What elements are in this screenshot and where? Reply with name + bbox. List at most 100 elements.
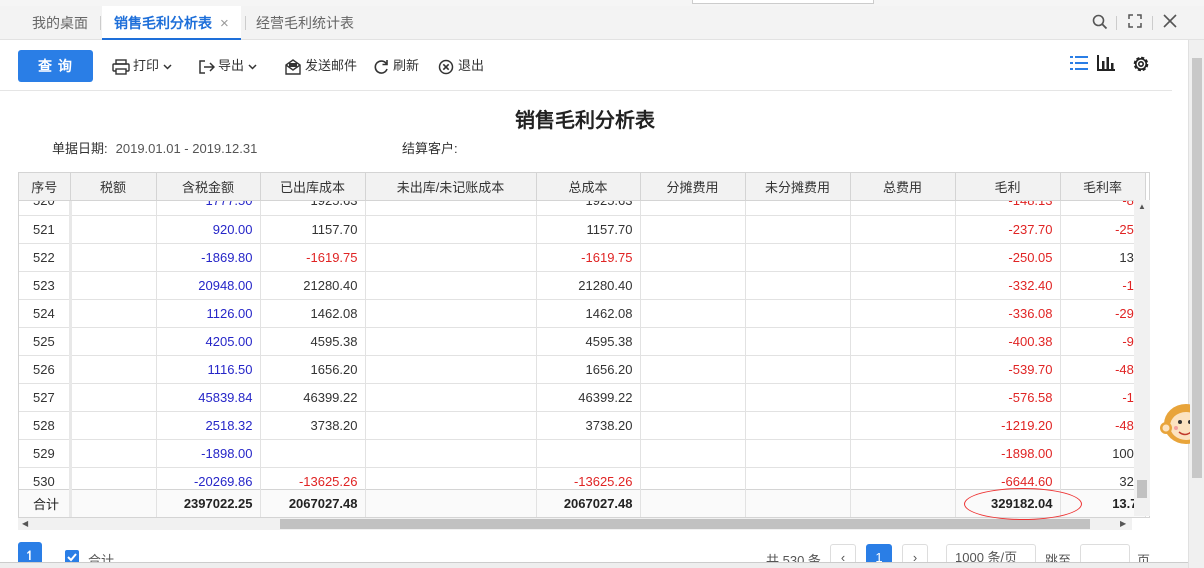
report-title: 销售毛利分析表: [515, 110, 655, 132]
search-icon[interactable]: [1090, 14, 1110, 34]
row-out-cost: 3738.20: [260, 411, 366, 440]
row-out-cost: [260, 439, 366, 468]
send-email-button[interactable]: 发送邮件: [284, 56, 357, 76]
row-total-fee: [850, 467, 956, 489]
row-seq: 520: [19, 201, 72, 216]
table-row[interactable]: 523 20948.00 21280.40 21280.40 -332.40 -1.: [19, 271, 1146, 300]
row-tax: [70, 299, 157, 328]
row-seq: 528: [19, 411, 72, 440]
grid-body[interactable]: 5201777.501925.631925.63-148.13-8.521920…: [19, 201, 1149, 489]
export-button[interactable]: 导出: [198, 56, 260, 76]
row-total-fee: [850, 271, 956, 300]
table-row[interactable]: 524 1126.00 1462.08 1462.08 -336.08 -29.: [19, 299, 1146, 328]
row-rate: 13.: [1060, 243, 1146, 272]
table-row[interactable]: 527 45839.84 46399.22 46399.22 -576.58 -1.: [19, 383, 1146, 412]
page-scrollbar[interactable]: [1188, 40, 1204, 568]
row-total-fee: [850, 215, 956, 244]
row-total-cost: 4595.38: [536, 327, 641, 356]
exit-button[interactable]: 退出: [438, 56, 484, 76]
row-total-cost: 1462.08: [536, 299, 641, 328]
column-header[interactable]: 总费用: [850, 173, 956, 201]
row-total-cost: [536, 439, 641, 468]
row-out-cost: -13625.26: [260, 467, 366, 489]
close-window-icon[interactable]: [1160, 14, 1180, 34]
column-header[interactable]: 税额: [70, 173, 157, 201]
scroll-thumb[interactable]: [1137, 480, 1147, 498]
scroll-right-icon[interactable]: ▶: [1120, 519, 1126, 528]
column-header[interactable]: 分摊费用: [640, 173, 746, 201]
row-allocated-fee: [640, 201, 746, 216]
row-seq: 522: [19, 243, 72, 272]
scroll-left-icon[interactable]: ◀: [22, 519, 28, 528]
row-rate: 32.: [1060, 467, 1146, 489]
row-tax: [70, 327, 157, 356]
row-tax: [70, 467, 157, 489]
column-header[interactable]: 含税金额: [156, 173, 261, 201]
row-total-cost: 1157.70: [536, 215, 641, 244]
row-total-cost: 1656.20: [536, 355, 641, 384]
row-allocated-fee: [640, 327, 746, 356]
column-header[interactable]: 序号: [19, 173, 71, 201]
scroll-up-icon[interactable]: ▲: [1138, 202, 1146, 211]
table-row[interactable]: 525 4205.00 4595.38 4595.38 -400.38 -9.: [19, 327, 1146, 356]
tab-sales-profit[interactable]: 销售毛利分析表 ×: [102, 6, 241, 40]
row-allocated-fee: [640, 243, 746, 272]
row-total-cost: 46399.22: [536, 383, 641, 412]
close-icon[interactable]: ×: [220, 15, 229, 32]
table-row[interactable]: 5201777.501925.631925.63-148.13-8.: [19, 201, 1146, 216]
column-header[interactable]: 总成本: [536, 173, 641, 201]
row-out-cost: 4595.38: [260, 327, 366, 356]
assistant-mascot-icon[interactable]: [1160, 392, 1204, 454]
win-divider: [1152, 16, 1153, 30]
row-rate: 100.: [1060, 439, 1146, 468]
row-rate: -29.: [1060, 299, 1146, 328]
print-button[interactable]: 打印: [112, 56, 175, 76]
grid-horizontal-scrollbar[interactable]: ◀ ▶: [18, 518, 1132, 530]
table-row[interactable]: 521 920.00 1157.70 1157.70 -237.70 -25.: [19, 215, 1146, 244]
row-unallocated-fee: [745, 439, 851, 468]
export-icon: [199, 59, 216, 74]
address-box: [692, 0, 874, 4]
table-row[interactable]: 530 -20269.86 -13625.26 -13625.26 -6644.60 32…: [19, 467, 1146, 489]
refresh-label: 刷新: [393, 58, 420, 73]
row-tax-amount: 4205.00: [156, 327, 261, 356]
table-row[interactable]: 522 -1869.80 -1619.75 -1619.75 -250.05 13.: [19, 243, 1146, 272]
column-header[interactable]: 未分摊费用: [745, 173, 851, 201]
refresh-button[interactable]: 刷新: [373, 56, 419, 76]
chevron-down-icon: [163, 64, 172, 70]
exit-label: 退出: [458, 58, 485, 73]
column-header[interactable]: 毛利率: [1060, 173, 1146, 201]
maximize-icon[interactable]: [1125, 14, 1145, 34]
gear-icon[interactable]: [1130, 53, 1154, 77]
row-unallocated-fee: [745, 383, 851, 412]
list-view-icon[interactable]: [1069, 53, 1093, 77]
query-button[interactable]: 查 询: [18, 50, 93, 82]
row-allocated-fee: [640, 383, 746, 412]
printer-icon: [112, 58, 130, 75]
page-scroll-thumb[interactable]: [1192, 58, 1202, 478]
total-cell: [70, 489, 157, 517]
row-out-cost: 46399.22: [260, 383, 366, 412]
column-header[interactable]: 毛利: [955, 173, 1061, 201]
row-unout-cost: [365, 439, 537, 468]
scroll-thumb[interactable]: [280, 519, 1090, 529]
tab-operating-profit[interactable]: 经营毛利统计表: [256, 6, 354, 40]
table-row[interactable]: 526 1116.50 1656.20 1656.20 -539.70 -48.: [19, 355, 1146, 384]
row-seq: 523: [19, 271, 72, 300]
tab-desktop[interactable]: 我的桌面: [32, 6, 88, 40]
row-allocated-fee: [640, 355, 746, 384]
row-unallocated-fee: [745, 467, 851, 489]
table-row[interactable]: 529 -1898.00 -1898.00 100.: [19, 439, 1146, 468]
column-header[interactable]: 未出库/未记账成本: [365, 173, 537, 201]
row-seq: 521: [19, 215, 72, 244]
grid-vertical-scrollbar[interactable]: ▲: [1134, 200, 1150, 516]
row-allocated-fee: [640, 271, 746, 300]
total-label: 合计: [19, 489, 72, 517]
date-range: 单据日期: 2019.01.01 - 2019.12.31: [52, 138, 257, 157]
chart-view-icon[interactable]: [1096, 53, 1120, 77]
mail-icon: [285, 58, 301, 75]
tab-bar: 我的桌面 销售毛利分析表 × 经营毛利统计表: [0, 6, 1204, 40]
row-allocated-fee: [640, 299, 746, 328]
column-header[interactable]: 已出库成本: [260, 173, 366, 201]
table-row[interactable]: 528 2518.32 3738.20 3738.20 -1219.20 -48.: [19, 411, 1146, 440]
